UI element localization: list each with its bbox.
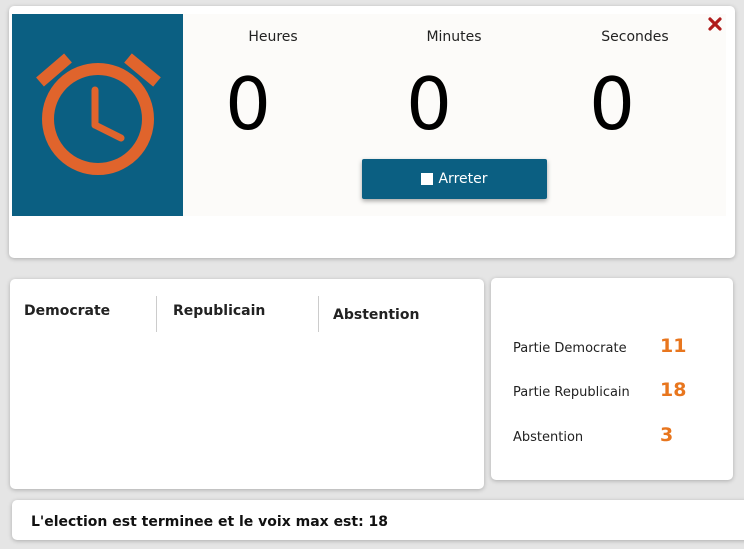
alarm-tile [12,14,183,216]
seconds-label: Secondes [601,29,669,45]
column-header-republicain: Republicain [173,303,266,319]
column-header-abstention: Abstention [333,307,420,323]
status-bar: L'election est terminee et le voix max e… [12,500,744,540]
stop-button[interactable]: Arreter [362,159,547,199]
column-divider [318,296,319,332]
result-value-republicain: 18 [660,379,687,401]
timer-panel: Heures Minutes Secondes 0 0 0 Arreter [183,14,726,216]
close-x-icon[interactable] [707,16,723,32]
result-value-abstention: 3 [660,424,674,446]
minutes-value: 0 [406,62,452,146]
column-header-democrate: Democrate [24,303,111,319]
result-label-abstention: Abstention [513,430,584,445]
stop-square-icon [421,173,434,185]
votes-table: Democrate Republicain Abstention [10,279,484,489]
alarm-clock-icon [36,53,161,175]
timer-card: Heures Minutes Secondes 0 0 0 Arreter [9,6,735,258]
hours-label: Heures [248,29,298,45]
results-card: Partie Democrate 11 Partie Republicain 1… [491,278,733,480]
result-label-republicain: Partie Republicain [513,385,630,400]
result-label-democrate: Partie Democrate [513,341,627,356]
stop-button-label: Arreter [438,171,488,187]
seconds-value: 0 [589,62,635,146]
column-divider [156,296,157,332]
status-message: L'election est terminee et le voix max e… [31,514,389,530]
hours-value: 0 [225,62,271,146]
result-value-democrate: 11 [660,335,687,357]
minutes-label: Minutes [426,29,482,45]
